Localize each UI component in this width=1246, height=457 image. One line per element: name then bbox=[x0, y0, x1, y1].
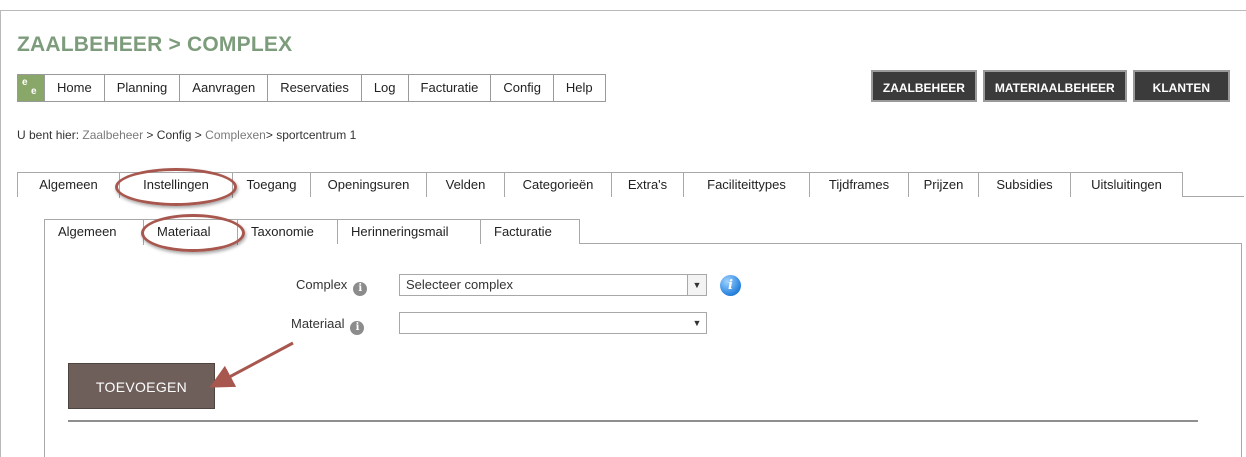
complex-select[interactable]: Selecteer complex ▼ bbox=[399, 274, 707, 296]
nav-log[interactable]: Log bbox=[362, 75, 409, 101]
tab-toegang[interactable]: Toegang bbox=[232, 172, 311, 197]
subtab-materiaal[interactable]: Materiaal bbox=[143, 219, 238, 245]
page-title: ZAALBEHEER > COMPLEX bbox=[17, 33, 293, 56]
breadcrumb-config[interactable]: Config bbox=[157, 128, 192, 142]
nav-home[interactable]: Home bbox=[45, 75, 105, 101]
instellingen-subtabs: Algemeen Materiaal Taxonomie Herinnering… bbox=[44, 219, 580, 245]
breadcrumb: U bent hier: Zaalbeheer > Config > Compl… bbox=[17, 128, 356, 142]
breadcrumb-prefix: U bent hier: bbox=[17, 128, 83, 142]
annotation-arrow-icon bbox=[209, 341, 294, 388]
chevron-down-icon: ▼ bbox=[692, 318, 702, 328]
nav-facturatie[interactable]: Facturatie bbox=[409, 75, 492, 101]
subtab-herinneringsmail[interactable]: Herinneringsmail bbox=[337, 219, 481, 244]
complex-label-text: Complex bbox=[296, 277, 348, 292]
subtab-facturatie[interactable]: Facturatie bbox=[480, 219, 580, 244]
tab-extras[interactable]: Extra's bbox=[611, 172, 684, 197]
breadcrumb-zaalbeheer[interactable]: Zaalbeheer bbox=[82, 128, 143, 142]
main-nav: e e Home Planning Aanvragen Reservaties … bbox=[17, 74, 606, 102]
breadcrumb-separator: > bbox=[265, 128, 277, 142]
chevron-down-icon: ▼ bbox=[687, 275, 706, 295]
tab-prijzen[interactable]: Prijzen bbox=[908, 172, 979, 197]
nav-config[interactable]: Config bbox=[491, 75, 554, 101]
subtab-taxonomie[interactable]: Taxonomie bbox=[237, 219, 338, 244]
subtab-algemeen[interactable]: Algemeen bbox=[44, 219, 144, 244]
klanten-button[interactable]: KLANTEN bbox=[1132, 70, 1230, 102]
breadcrumb-current: sportcentrum 1 bbox=[276, 128, 357, 142]
info-icon[interactable]: i bbox=[350, 321, 365, 335]
nav-help[interactable]: Help bbox=[554, 75, 605, 101]
nav-reservaties[interactable]: Reservaties bbox=[268, 75, 362, 101]
divider bbox=[68, 420, 1198, 422]
help-info-icon[interactable]: i bbox=[720, 275, 741, 296]
complex-select-value: Selecteer complex bbox=[406, 277, 513, 292]
tab-categorieen[interactable]: Categorieën bbox=[504, 172, 612, 197]
nav-aanvragen[interactable]: Aanvragen bbox=[180, 75, 269, 101]
tab-tijdframes[interactable]: Tijdframes bbox=[809, 172, 909, 197]
module-switcher: ZAALBEHEER MATERIAALBEHEER KLANTEN bbox=[870, 70, 1230, 102]
tab-subsidies[interactable]: Subsidies bbox=[978, 172, 1071, 197]
info-icon[interactable]: i bbox=[353, 282, 368, 296]
settings-tabs: Algemeen Instellingen Toegang Openingsur… bbox=[17, 172, 1183, 198]
tab-velden[interactable]: Velden bbox=[426, 172, 505, 197]
tab-instellingen[interactable]: Instellingen bbox=[119, 172, 233, 198]
materiaal-label: Materiaal i bbox=[291, 316, 365, 335]
tab-algemeen[interactable]: Algemeen bbox=[17, 172, 120, 197]
materiaalbeheer-button[interactable]: MATERIAALBEHEER bbox=[982, 70, 1127, 102]
materiaal-select[interactable]: ▼ bbox=[399, 312, 707, 334]
nav-planning[interactable]: Planning bbox=[105, 75, 181, 101]
materiaal-label-text: Materiaal bbox=[291, 316, 345, 331]
app-logo-icon[interactable]: e e bbox=[18, 75, 45, 101]
breadcrumb-separator: > bbox=[143, 128, 157, 142]
zaalbeheer-button[interactable]: ZAALBEHEER bbox=[870, 70, 977, 102]
breadcrumb-complexen[interactable]: Complexen bbox=[205, 128, 266, 142]
tab-uitsluitingen[interactable]: Uitsluitingen bbox=[1070, 172, 1183, 197]
breadcrumb-separator: > bbox=[191, 128, 206, 142]
tab-faciliteittypes[interactable]: Faciliteittypes bbox=[683, 172, 810, 197]
tab-openingsuren[interactable]: Openingsuren bbox=[310, 172, 427, 197]
complex-label: Complex i bbox=[296, 277, 368, 296]
